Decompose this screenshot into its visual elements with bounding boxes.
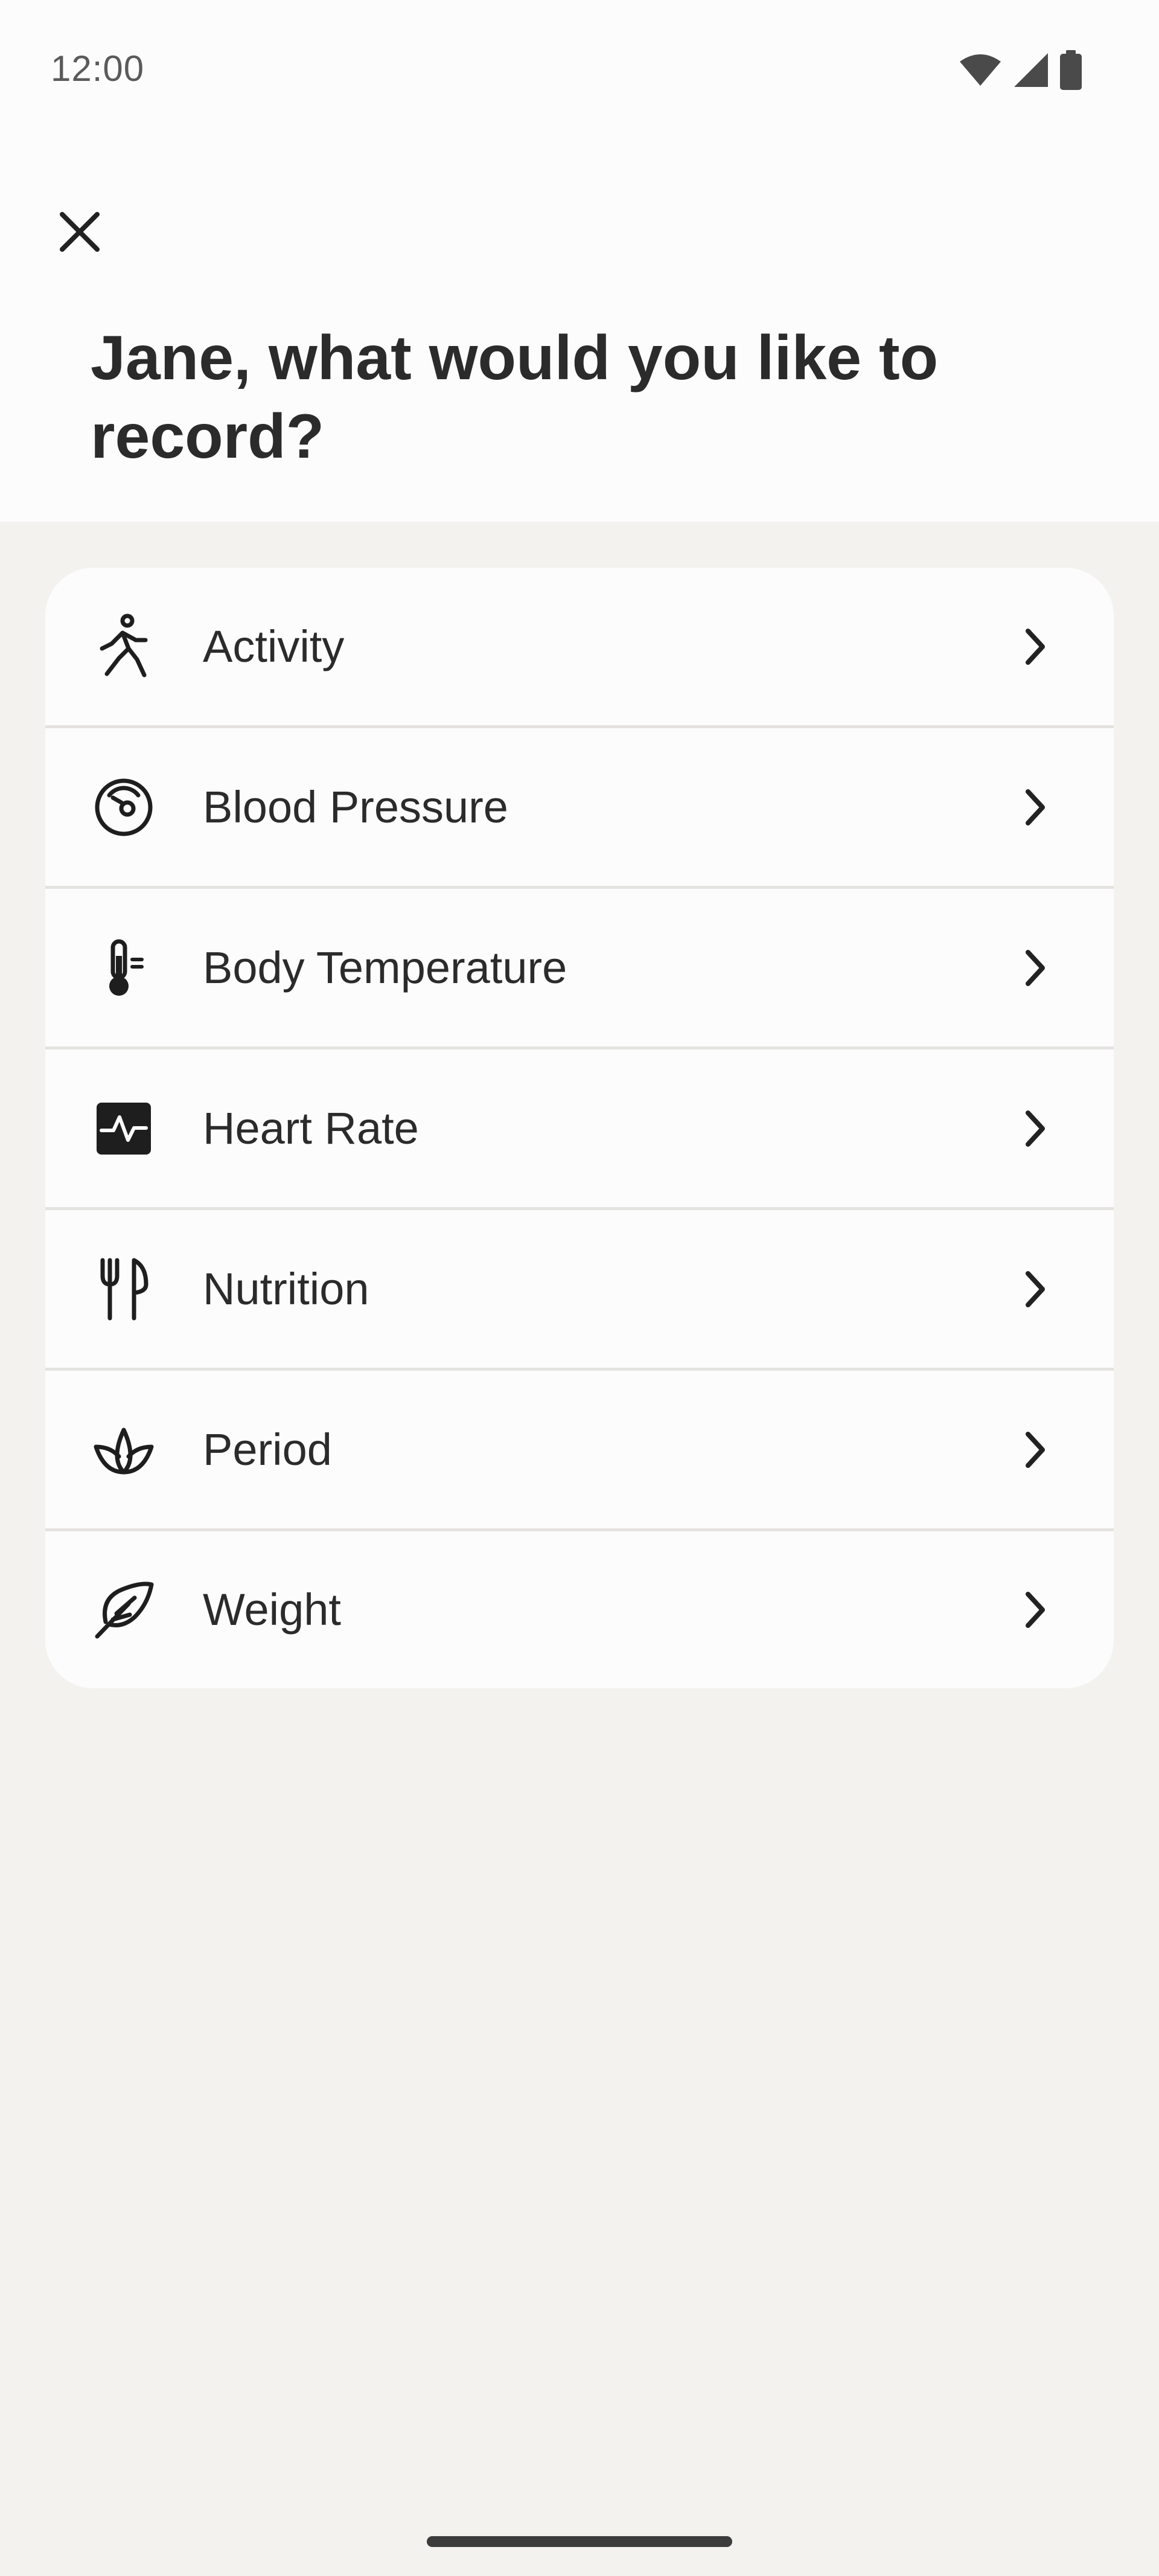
chevron-right-icon: [1017, 783, 1053, 831]
battery-icon: [1060, 50, 1082, 90]
heart-pulse-icon: [91, 1096, 156, 1161]
chevron-right-icon: [1017, 1104, 1053, 1153]
list-item-label: Body Temperature: [203, 942, 567, 993]
chevron-right-icon: [1017, 1265, 1053, 1313]
chevron-right-icon: [1017, 1586, 1053, 1634]
page-title: Jane, what would you like to record?: [91, 323, 939, 472]
gesture-navigation-handle[interactable]: [427, 2536, 732, 2547]
list-item-nutrition[interactable]: Nutrition: [45, 1210, 1114, 1371]
list-item-label: Heart Rate: [203, 1103, 419, 1153]
list-item-body-temperature[interactable]: Body Temperature: [45, 889, 1114, 1049]
close-icon: [59, 211, 101, 256]
list-item-period[interactable]: Period: [45, 1371, 1114, 1531]
chevron-right-icon: [1017, 1426, 1053, 1474]
list-item-weight[interactable]: Weight: [45, 1531, 1114, 1688]
chevron-right-icon: [1017, 623, 1053, 671]
list-item-label: Blood Pressure: [203, 781, 508, 832]
list-item-blood-pressure[interactable]: Blood Pressure: [45, 728, 1114, 889]
list-item-label: Nutrition: [203, 1263, 369, 1314]
close-button[interactable]: [52, 205, 107, 261]
gauge-icon: [91, 775, 156, 840]
chevron-right-icon: [1017, 944, 1053, 992]
thermometer-icon: [91, 935, 156, 1001]
lotus-icon: [91, 1417, 156, 1482]
list-item-label: Period: [203, 1424, 332, 1475]
list-item-heart-rate[interactable]: Heart Rate: [45, 1049, 1114, 1210]
status-time: 12:00: [51, 48, 145, 89]
cellular-signal-icon: [1013, 52, 1049, 88]
list-item-label: Activity: [203, 621, 345, 671]
wifi-icon: [959, 53, 1002, 87]
status-icons: [959, 50, 1082, 90]
list-item-label: Weight: [203, 1584, 341, 1635]
running-person-icon: [91, 614, 156, 679]
record-options-list: Activity Blood Pressure Body Temperature…: [45, 568, 1114, 1688]
list-item-activity[interactable]: Activity: [45, 568, 1114, 728]
feather-icon: [91, 1577, 156, 1642]
fork-knife-icon: [91, 1257, 156, 1322]
